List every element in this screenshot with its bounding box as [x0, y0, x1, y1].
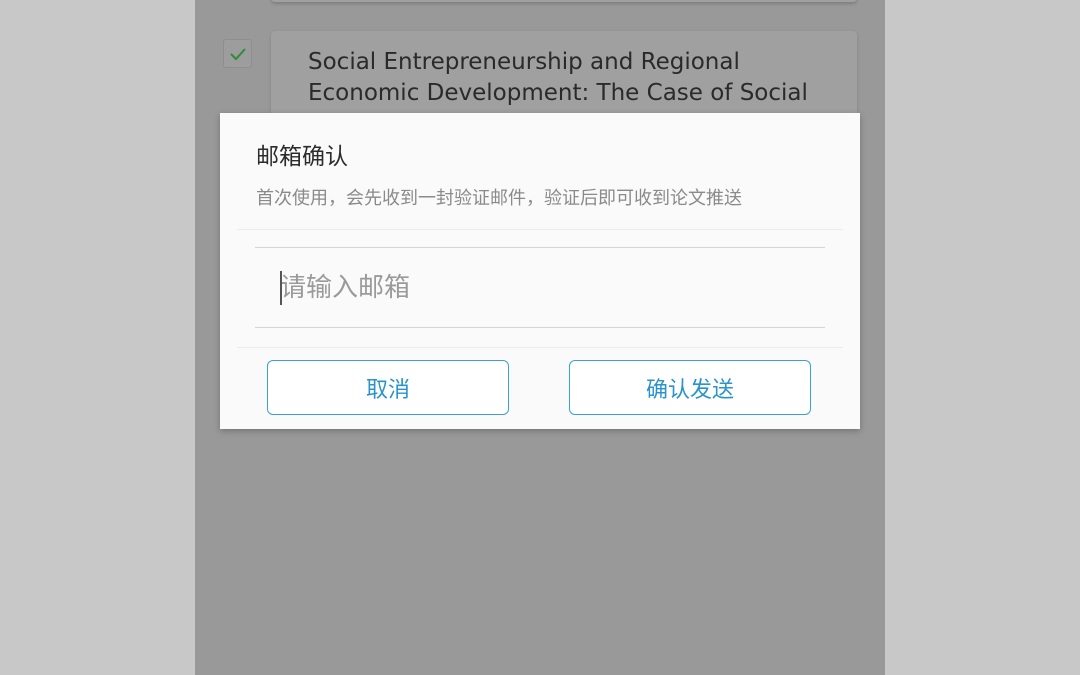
paper-card-previous: [271, 0, 857, 2]
text-caret: [280, 271, 282, 305]
divider: [237, 347, 843, 348]
cancel-button[interactable]: 取消: [267, 360, 509, 415]
paper-title: Social Entrepreneurship and Regional Eco…: [308, 49, 808, 106]
email-confirm-dialog: 邮箱确认 首次使用，会先收到一封验证邮件，验证后即可收到论文推送 取消 确认发送: [220, 113, 860, 429]
email-input[interactable]: [255, 249, 825, 327]
dialog-subtitle: 首次使用，会先收到一封验证邮件，验证后即可收到论文推送: [256, 188, 742, 209]
check-icon: [230, 48, 246, 61]
input-bottom-divider: [255, 327, 825, 328]
phone-screen: Social Entrepreneurship and Regional Eco…: [195, 0, 885, 675]
input-top-divider: [255, 247, 825, 248]
divider: [237, 229, 843, 230]
confirm-send-button[interactable]: 确认发送: [569, 360, 811, 415]
dialog-title: 邮箱确认: [256, 144, 348, 170]
paper-select-checkbox[interactable]: [223, 39, 252, 68]
